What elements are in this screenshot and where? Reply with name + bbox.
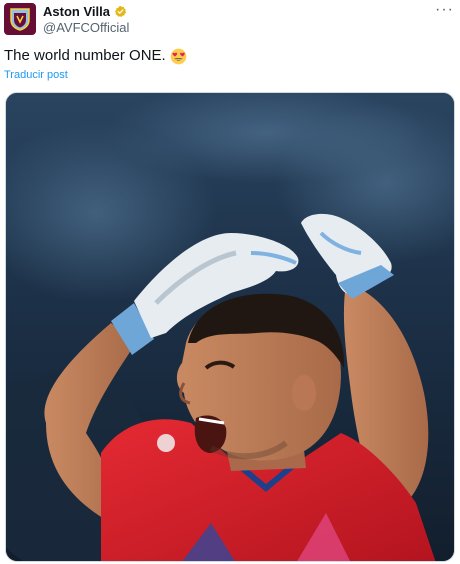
more-options-icon[interactable]: ··· bbox=[435, 2, 454, 18]
tweet-text: The world number ONE. bbox=[4, 47, 187, 65]
tweet-header: Aston Villa @AVFCOfficial ··· bbox=[4, 2, 456, 37]
author-name-row: Aston Villa bbox=[43, 4, 127, 19]
heart-eyes-emoji bbox=[170, 48, 187, 64]
goalkeeper-celebration-image bbox=[6, 93, 454, 561]
avatar[interactable] bbox=[4, 3, 36, 35]
tweet-photo[interactable] bbox=[5, 92, 455, 562]
author-display-name[interactable]: Aston Villa bbox=[43, 4, 110, 19]
verified-badge-icon bbox=[114, 5, 127, 17]
translate-post-link[interactable]: Traducir post bbox=[4, 68, 68, 82]
author-handle[interactable]: @AVFCOfficial bbox=[43, 20, 129, 35]
aston-villa-crest-icon bbox=[10, 8, 30, 31]
tweet-text-content: The world number ONE. bbox=[4, 47, 166, 64]
